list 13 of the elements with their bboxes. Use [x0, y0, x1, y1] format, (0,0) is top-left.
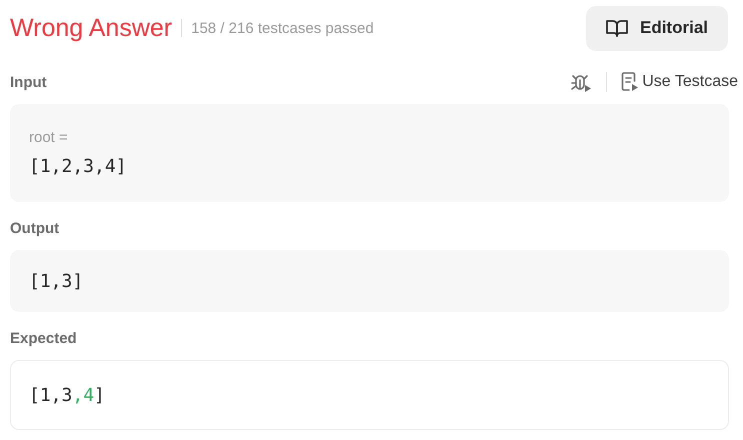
expected-label: Expected — [10, 330, 77, 346]
param-value: [1,2,3,4] — [29, 156, 128, 177]
editorial-button[interactable]: Editorial — [586, 6, 728, 50]
book-icon — [606, 19, 628, 37]
output-value: [1,3] — [29, 270, 84, 292]
result-status: Wrong Answer — [10, 14, 172, 42]
document-play-icon — [621, 72, 640, 92]
use-testcase-button[interactable]: Use Testcase — [621, 72, 738, 92]
expected-value: [1,3,4] — [29, 384, 106, 406]
output-label: Output — [10, 220, 60, 236]
passed-count: 158 / 216 testcases passed — [191, 20, 374, 36]
param-name: root = — [29, 129, 69, 146]
input-label: Input — [10, 74, 47, 90]
